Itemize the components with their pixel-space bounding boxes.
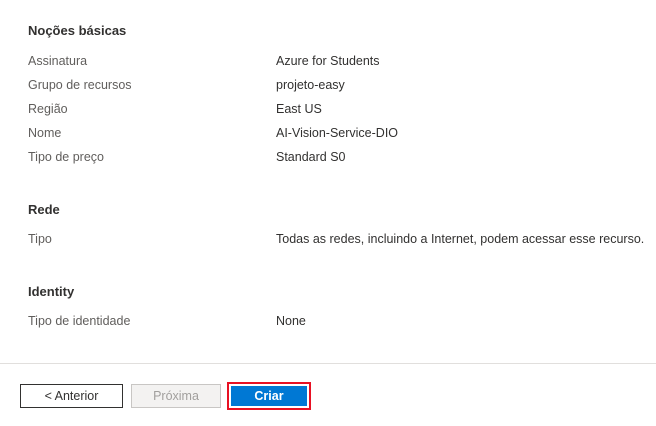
network-section-title: Rede (28, 202, 60, 217)
row-label: Grupo de recursos (28, 78, 132, 92)
row-value: AI-Vision-Service-DIO (276, 126, 399, 140)
basics-row-pricing-tier: Tipo de preço Standard S0 (28, 147, 656, 167)
footer-divider (0, 363, 656, 364)
row-value: Todas as redes, incluindo a Internet, po… (276, 232, 645, 246)
basics-row-region: Região East US (28, 99, 656, 119)
row-label: Tipo (28, 232, 52, 246)
basics-section-title: Noções básicas (28, 23, 127, 38)
identity-section-title: Identity (28, 284, 75, 299)
basics-row-name: Nome AI-Vision-Service-DIO (28, 123, 656, 143)
next-button[interactable]: Próxima (131, 384, 221, 408)
network-row-type: Tipo Todas as redes, incluindo a Interne… (28, 229, 656, 249)
row-label: Região (28, 102, 68, 116)
row-value: None (276, 314, 306, 328)
row-value: projeto-easy (276, 78, 345, 92)
identity-row-type: Tipo de identidade None (28, 311, 656, 331)
row-value: Standard S0 (276, 150, 346, 164)
row-label: Tipo de preço (28, 150, 104, 164)
basics-row-resource-group: Grupo de recursos projeto-easy (28, 75, 656, 95)
row-value: Azure for Students (276, 54, 380, 68)
create-button[interactable]: Criar (231, 386, 307, 406)
row-label: Nome (28, 126, 62, 140)
row-value: East US (276, 102, 322, 116)
row-label: Tipo de identidade (28, 314, 131, 328)
basics-row-subscription: Assinatura Azure for Students (28, 51, 656, 71)
review-create-page: Noções básicas Assinatura Azure for Stud… (0, 0, 656, 426)
row-label: Assinatura (28, 54, 88, 68)
previous-button[interactable]: < Anterior (20, 384, 123, 408)
